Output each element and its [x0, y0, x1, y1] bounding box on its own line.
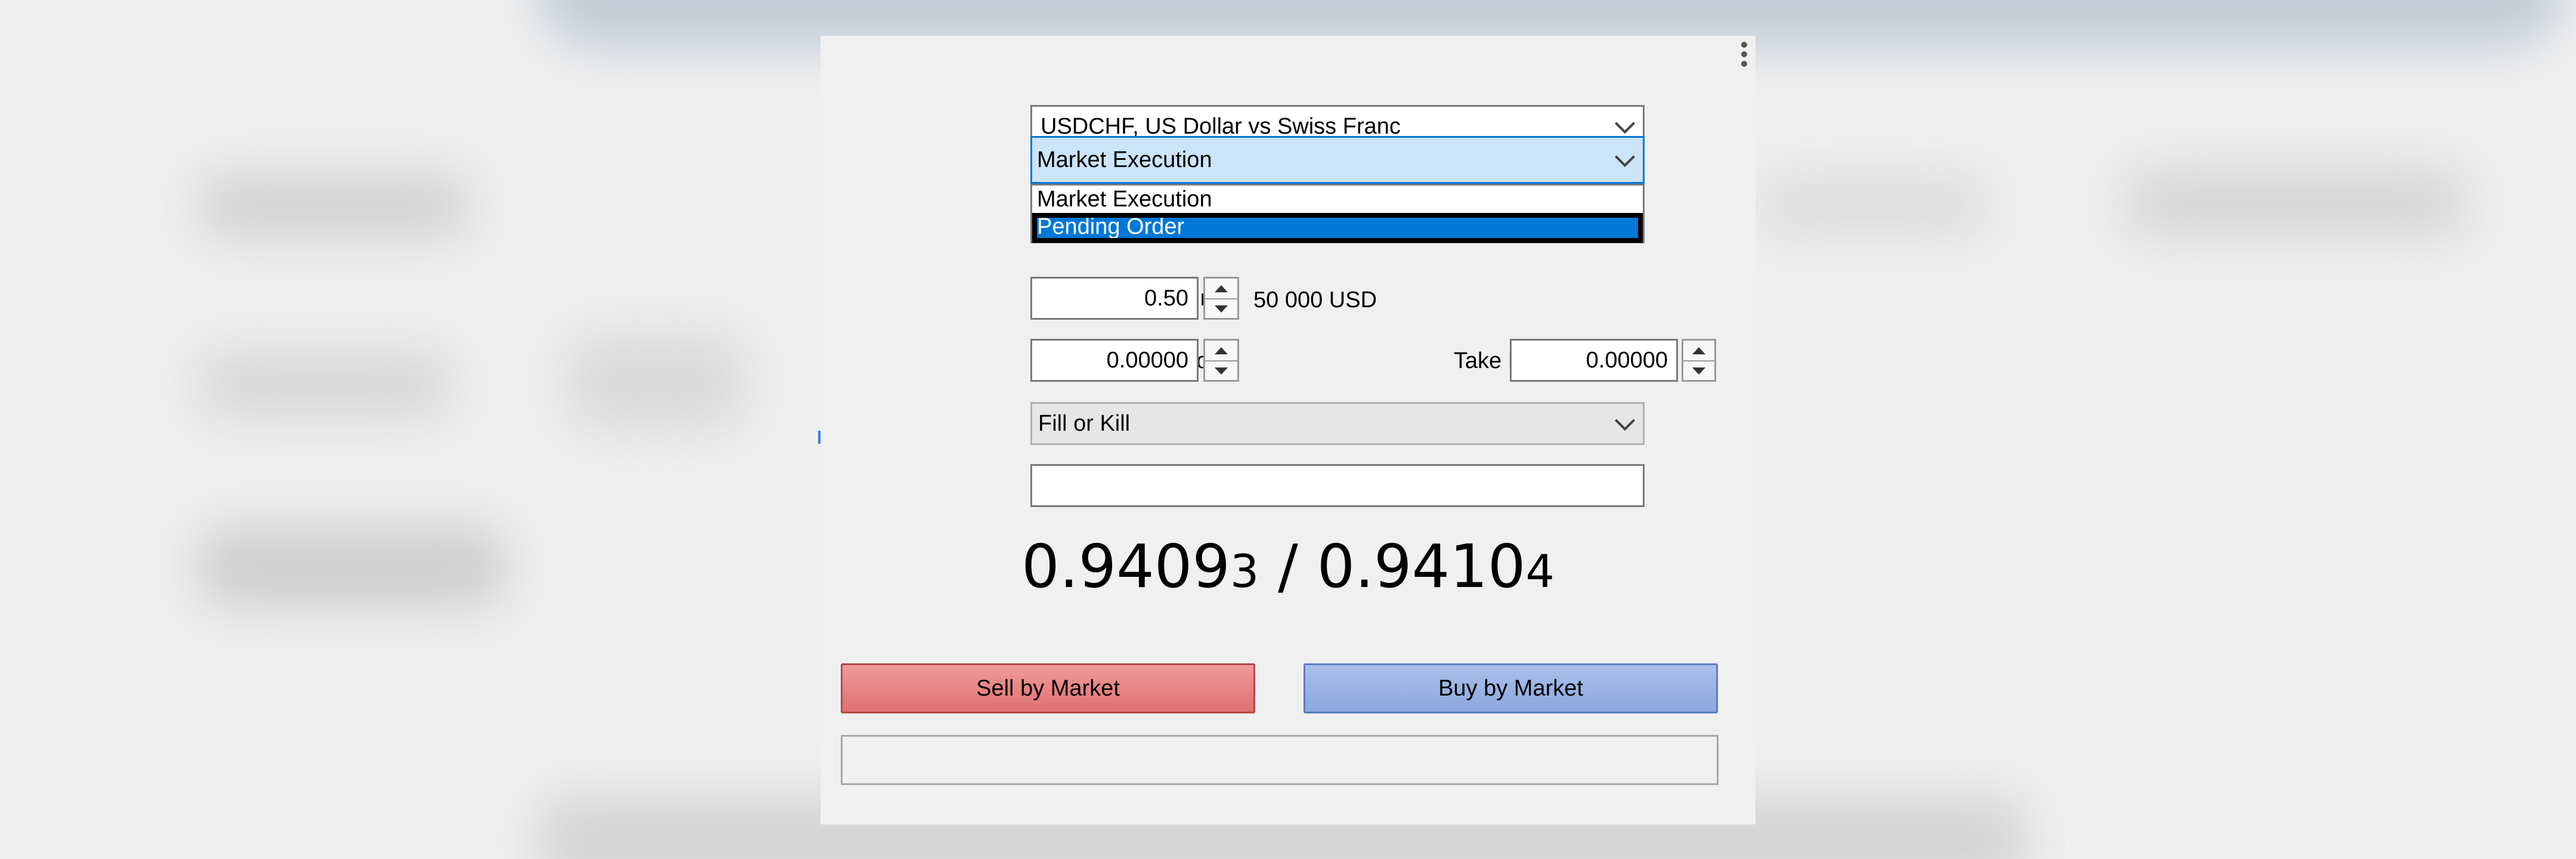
- quote-display: 0.94093 / 0.94104: [821, 531, 1755, 607]
- chevron-down-icon: [1615, 410, 1635, 431]
- volume-input[interactable]: 0.50: [1030, 277, 1199, 320]
- volume-up-button[interactable]: [1205, 279, 1237, 298]
- type-select[interactable]: Market Execution: [1030, 136, 1645, 184]
- stop-loss-down-button[interactable]: [1205, 360, 1237, 380]
- buy-by-market-button[interactable]: Buy by Market: [1304, 663, 1718, 713]
- option-pending-order[interactable]: Pending Order: [1032, 213, 1643, 243]
- take-profit-input[interactable]: 0.00000: [1510, 339, 1678, 382]
- bid-price-pipette: 3: [1230, 545, 1259, 598]
- volume-down-button[interactable]: [1205, 298, 1237, 318]
- sell-by-market-button[interactable]: Sell by Market: [841, 663, 1255, 713]
- stop-loss-spinner: [1203, 339, 1239, 382]
- arrow-up-icon: [1215, 347, 1228, 354]
- arrow-up-icon: [1215, 285, 1228, 292]
- background-blur: [197, 352, 453, 418]
- take-profit-down-button[interactable]: [1683, 360, 1714, 380]
- volume-note: 50 000 USD: [1253, 288, 1377, 313]
- bid-price: 0.9409: [1021, 532, 1230, 601]
- kebab-menu-icon[interactable]: [1741, 38, 1748, 70]
- order-dialog: Symbol: USDCHF, US Dollar vs Swiss Franc…: [818, 36, 1755, 824]
- background-blur: [2123, 167, 2469, 239]
- chevron-down-icon: [1615, 113, 1635, 134]
- background-blur: [566, 334, 745, 430]
- comment-input[interactable]: [1030, 464, 1645, 507]
- type-dropdown-list: Market Execution Pending Order: [1030, 184, 1645, 243]
- price-separator: /: [1259, 532, 1317, 601]
- take-profit-spinner: [1682, 339, 1716, 382]
- type-value: Market Execution: [1037, 147, 1212, 172]
- option-market-execution[interactable]: Market Execution: [1032, 186, 1643, 213]
- background-blur: [197, 173, 471, 239]
- arrow-down-icon: [1215, 367, 1228, 375]
- focus-marker: [818, 431, 821, 444]
- fill-policy-value: Fill or Kill: [1038, 410, 1131, 436]
- take-profit-value: 0.00000: [1586, 347, 1668, 373]
- fill-policy-select[interactable]: Fill or Kill: [1030, 402, 1645, 445]
- ask-price: 0.9410: [1317, 532, 1526, 601]
- background-blur: [197, 525, 507, 608]
- arrow-up-icon: [1692, 347, 1705, 354]
- ask-price-pipette: 4: [1525, 545, 1555, 598]
- status-bar: [841, 735, 1719, 785]
- take-profit-up-button[interactable]: [1683, 341, 1714, 360]
- stop-loss-value: 0.00000: [1106, 347, 1188, 373]
- background-blur: [1759, 179, 1986, 233]
- chevron-down-icon: [1615, 147, 1635, 168]
- arrow-down-icon: [1692, 367, 1705, 375]
- stop-loss-input[interactable]: 0.00000: [1030, 339, 1199, 382]
- volume-spinner: [1203, 277, 1239, 320]
- arrow-down-icon: [1215, 305, 1228, 313]
- stop-loss-up-button[interactable]: [1205, 341, 1237, 360]
- volume-value: 0.50: [1144, 285, 1188, 311]
